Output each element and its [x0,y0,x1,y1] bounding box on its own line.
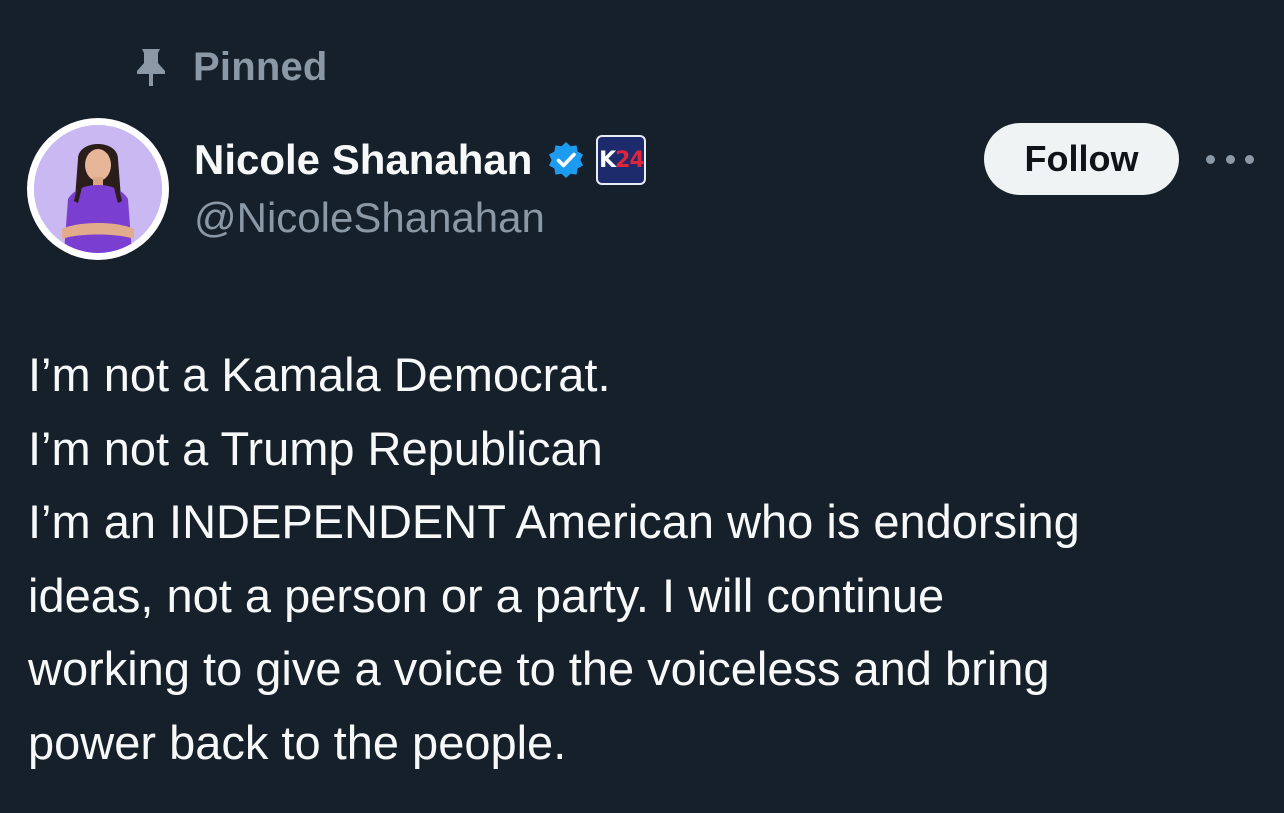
pin-icon [134,46,168,88]
follow-button[interactable]: Follow [984,123,1179,195]
tweet-line: I’m not a Kamala Democrat. [28,348,611,401]
more-dot [1245,154,1254,164]
tweet-line: I’m not a Trump Republican [28,421,603,475]
tweet-line: ideas, not a person or a party. I will c… [28,568,945,622]
tweet-text: I’m not a Kamala Democrat. I’m not a Tru… [28,338,1258,779]
pinned-label: Pinned [193,44,328,89]
pinned-indicator: Pinned [134,42,328,92]
tweet-line: power back to the people. [28,715,567,769]
author-name-row[interactable]: Nicole Shanahan K 24 [194,134,647,186]
affiliate-badge[interactable]: K 24 [596,135,647,185]
verified-badge-icon[interactable] [546,140,586,180]
avatar[interactable] [27,118,169,260]
tweet-line: I’m an INDEPENDENT American who is endor… [28,495,1080,548]
more-dot [1225,154,1235,164]
more-options-icon[interactable] [1206,144,1254,174]
affiliate-badge-part2: 24 [615,147,645,173]
tweet-line: working to give a voice to the voiceless… [28,642,1050,695]
avatar-photo [34,125,162,253]
author-handle[interactable]: @NicoleShanahan [194,194,545,242]
affiliate-badge-part1: K [599,147,616,173]
more-dot [1206,154,1215,164]
author-display-name[interactable]: Nicole Shanahan [194,136,532,184]
